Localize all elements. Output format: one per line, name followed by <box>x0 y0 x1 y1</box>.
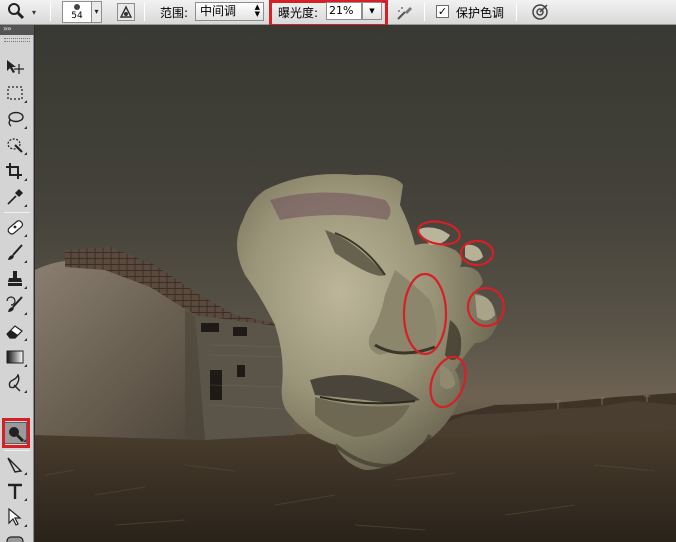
blur-icon <box>8 374 21 392</box>
range-select[interactable]: 中间调 ▲ ▼ <box>195 2 264 21</box>
burn-tool-icon <box>8 3 25 20</box>
divider <box>4 450 30 451</box>
crop-tool[interactable] <box>3 160 27 182</box>
tools-panel: »» <box>0 24 34 542</box>
divider <box>424 3 425 21</box>
burn-tool-annotation-box <box>2 418 30 448</box>
eraser-tool[interactable] <box>3 320 27 342</box>
airbrush-icon <box>397 7 412 20</box>
lasso-icon <box>8 111 24 127</box>
marquee-tool[interactable] <box>3 82 27 104</box>
airbrush-toggle[interactable] <box>396 3 414 21</box>
gradient-icon <box>6 350 24 364</box>
gradient-tool[interactable] <box>3 346 27 368</box>
brush-size-value: 54 <box>71 11 83 21</box>
brush-tool[interactable] <box>3 242 27 264</box>
history-brush-tool[interactable] <box>3 294 27 316</box>
exposure-label: 曝光度: <box>278 6 319 20</box>
lasso-tool[interactable] <box>3 108 27 130</box>
brush-preview-icon <box>74 4 80 10</box>
brush-preset-dropdown[interactable]: ▾ <box>92 1 102 23</box>
divider <box>144 3 145 21</box>
brush-icon <box>8 244 23 260</box>
updown-arrows-icon: ▲ ▼ <box>254 3 260 18</box>
exposure-slider-dropdown[interactable]: ▼ <box>362 2 382 20</box>
path-selection-tool[interactable] <box>3 506 27 528</box>
divider <box>4 212 30 213</box>
chevron-down-icon: ▾ <box>32 8 37 17</box>
rounded-rect-icon <box>6 536 24 542</box>
range-label: 范围: <box>160 6 189 20</box>
healing-brush-tool[interactable] <box>3 216 27 238</box>
exposure-input[interactable]: 21% <box>326 2 362 20</box>
options-bar: ▾ 54 ▾ 范围: 中间调 ▲ ▼ 曝光度: 21% ▼ ✓ 保护色调 <box>0 0 676 27</box>
path-select-icon <box>7 457 23 473</box>
eraser-icon <box>6 325 23 339</box>
protect-tones-checkbox[interactable]: ✓ <box>436 5 449 18</box>
healing-brush-icon <box>7 220 24 235</box>
type-tool[interactable] <box>3 480 27 502</box>
tools-panel-grip[interactable]: »» <box>0 24 34 35</box>
brush-panel-toggle[interactable] <box>117 3 135 21</box>
protect-tones-label: 保护色调 <box>456 6 505 20</box>
brush-preset-picker[interactable]: 54 <box>62 1 92 23</box>
marquee-icon <box>7 86 23 100</box>
canvas-artwork <box>35 174 676 542</box>
divider <box>516 3 517 21</box>
type-icon <box>8 483 22 499</box>
double-chevron-icon: »» <box>3 24 12 33</box>
quick-select-tool[interactable] <box>3 134 27 156</box>
panel-drag-handle[interactable] <box>4 38 30 42</box>
clone-stamp-icon <box>8 271 22 286</box>
clone-stamp-tool[interactable] <box>3 268 27 290</box>
pressure-icon <box>532 4 548 20</box>
range-select-value: 中间调 <box>200 4 237 18</box>
eyedropper-icon <box>7 189 23 205</box>
document-canvas[interactable] <box>35 25 676 542</box>
blur-tool[interactable] <box>3 372 27 394</box>
direct-select-icon <box>8 508 22 526</box>
pen-tool[interactable] <box>3 454 27 476</box>
quick-select-icon <box>7 138 23 153</box>
brush-preset-icon <box>119 5 133 18</box>
divider <box>50 3 51 21</box>
tablet-pressure-toggle[interactable] <box>530 2 550 22</box>
history-brush-icon <box>6 296 23 312</box>
crop-icon <box>6 163 22 179</box>
tool-preset-picker[interactable]: ▾ <box>6 2 40 22</box>
shape-tool[interactable] <box>3 532 27 542</box>
move-icon <box>7 60 24 74</box>
eyedropper-tool[interactable] <box>3 186 27 208</box>
move-tool[interactable] <box>3 56 27 78</box>
